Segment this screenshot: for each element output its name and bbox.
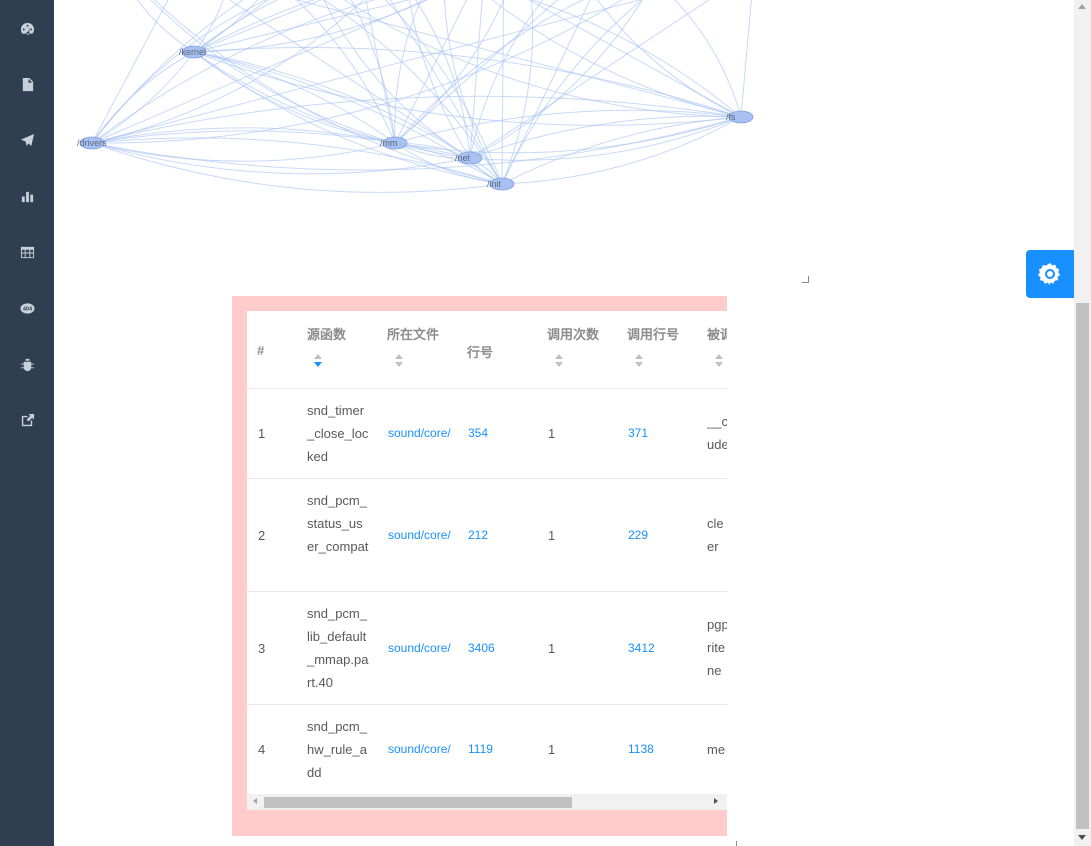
row-call-count: 1 <box>548 528 556 543</box>
header-line: 行号 <box>467 345 494 360</box>
header-file[interactable]: 所在文件 <box>387 324 439 343</box>
row-file-link[interactable]: sound/core/ <box>388 524 458 547</box>
graph-node-label: /net <box>455 153 471 163</box>
scroll-up-arrow-icon[interactable] <box>1078 4 1086 9</box>
graph-node-label: /kernel <box>179 47 206 57</box>
graph-node-label: /mm <box>380 138 398 148</box>
graph-edge <box>193 0 315 53</box>
table-row[interactable]: 4 snd_pcm_hw_rule_add sound/core/ 1119 1… <box>247 705 727 794</box>
row-index: 3 <box>258 641 266 656</box>
row-callee: me <box>707 742 726 757</box>
graph-edge <box>91 0 169 144</box>
row-call-count: 1 <box>548 742 556 757</box>
graph-edge <box>740 0 752 118</box>
row-source-func: snd_timer_close_locked <box>307 403 369 464</box>
sort-call-count-icon[interactable] <box>555 354 563 368</box>
header-callee[interactable]: 被调函 <box>707 324 727 343</box>
sort-source-func-icon[interactable] <box>314 354 322 368</box>
graph-edge <box>91 142 396 162</box>
404-icon[interactable]: 404 <box>17 298 37 318</box>
row-line-link[interactable]: 354 <box>468 422 488 445</box>
row-index: 2 <box>258 528 266 543</box>
table-icon[interactable] <box>17 242 37 262</box>
send-icon[interactable] <box>17 130 37 150</box>
row-file-link[interactable]: sound/core/ <box>388 738 458 761</box>
table-row[interactable]: 2 snd_pcm_status_user_compat sound/core/… <box>247 479 727 592</box>
graph-edge <box>91 137 503 185</box>
header-source-func[interactable]: 源函数 <box>307 324 346 343</box>
row-call-count: 1 <box>548 641 556 656</box>
row-call-count: 1 <box>548 426 556 441</box>
row-index: 1 <box>258 426 266 441</box>
graph-edge <box>91 0 244 144</box>
graph-edges <box>91 0 752 193</box>
graph-edge <box>501 0 534 185</box>
row-line-link[interactable]: 212 <box>468 524 488 547</box>
table-scroll-right-icon[interactable] <box>714 798 718 804</box>
row-line-link[interactable]: 3406 <box>468 637 495 660</box>
table-header: # 源函数 所在文件 行号 调用次数 调用行号 被调函 <box>247 311 727 389</box>
row-line-link[interactable]: 1119 <box>468 738 493 761</box>
row-source-func: snd_pcm_lib_default_mmap.part.40 <box>307 606 369 690</box>
graph-edge <box>674 0 742 118</box>
graph-edge <box>91 0 642 144</box>
row-file-link[interactable]: sound/core/ <box>388 422 458 445</box>
header-index: # <box>257 343 265 358</box>
page-scrollbar-thumb[interactable] <box>1076 303 1089 829</box>
header-call-count[interactable]: 调用次数 <box>547 324 599 343</box>
sort-file-icon[interactable] <box>395 354 403 368</box>
resize-handle-bottom <box>736 841 740 846</box>
scroll-down-arrow-icon[interactable] <box>1078 835 1086 840</box>
sidebar: 404 <box>0 0 54 846</box>
table-horizontal-scrollbar[interactable] <box>247 794 727 810</box>
dependency-graph[interactable]: /kernel/drivers/mm/net/init/fs <box>54 0 814 290</box>
graph-edge <box>91 0 365 144</box>
graph-edge <box>469 0 544 159</box>
resize-handle[interactable] <box>802 276 809 283</box>
row-call-line-link[interactable]: 371 <box>628 422 648 445</box>
dashboard-icon[interactable] <box>17 18 37 38</box>
graph-edge <box>91 0 427 144</box>
bug-icon[interactable] <box>17 354 37 374</box>
table-body[interactable]: 1 snd_timer_close_locked sound/core/ 354… <box>247 389 727 794</box>
row-call-line-link[interactable]: 229 <box>628 524 648 547</box>
table-scroll-left-icon[interactable] <box>253 798 257 804</box>
graph-edge <box>193 51 471 159</box>
row-callee: pgp rite ne <box>707 617 727 678</box>
row-file-link[interactable]: sound/core/ <box>388 637 458 660</box>
sort-callee-icon[interactable] <box>715 354 723 368</box>
graph-edge <box>193 46 742 118</box>
graph-edge <box>193 51 471 159</box>
graph-node-label: /init <box>487 179 502 189</box>
row-index: 4 <box>258 742 266 757</box>
external-link-icon[interactable] <box>17 410 37 430</box>
graph-node-label: /fs <box>726 112 736 122</box>
sort-call-line-icon[interactable] <box>635 354 643 368</box>
row-callee: cle er <box>707 516 724 554</box>
row-source-func: snd_pcm_hw_rule_add <box>307 719 367 780</box>
table-row[interactable]: 3 snd_pcm_lib_default_mmap.part.40 sound… <box>247 592 727 705</box>
graph-node-label: /drivers <box>77 138 107 148</box>
header-call-line[interactable]: 调用行号 <box>627 324 679 343</box>
settings-button[interactable] <box>1026 250 1074 298</box>
row-source-func: snd_pcm_status_user_compat <box>307 493 369 554</box>
table-row[interactable]: 1 snd_timer_close_locked sound/core/ 354… <box>247 389 727 479</box>
gear-icon <box>1038 263 1061 285</box>
bar-chart-icon[interactable] <box>17 186 37 206</box>
row-callee: __c ude <box>707 414 727 452</box>
graph-edge <box>501 0 504 185</box>
page-scrollbar[interactable] <box>1074 0 1091 846</box>
call-table: # 源函数 所在文件 行号 调用次数 调用行号 被调函 1 snd_timer_… <box>247 311 727 810</box>
row-call-line-link[interactable]: 3412 <box>628 637 655 660</box>
graph-edge <box>193 0 429 53</box>
table-highlight-frame: # 源函数 所在文件 行号 调用次数 调用行号 被调函 1 snd_timer_… <box>232 296 727 836</box>
graph-edge <box>528 0 742 118</box>
document-icon[interactable] <box>17 74 37 94</box>
row-call-line-link[interactable]: 1138 <box>628 738 654 761</box>
table-hscroll-thumb[interactable] <box>264 797 572 808</box>
svg-text:404: 404 <box>22 306 32 312</box>
